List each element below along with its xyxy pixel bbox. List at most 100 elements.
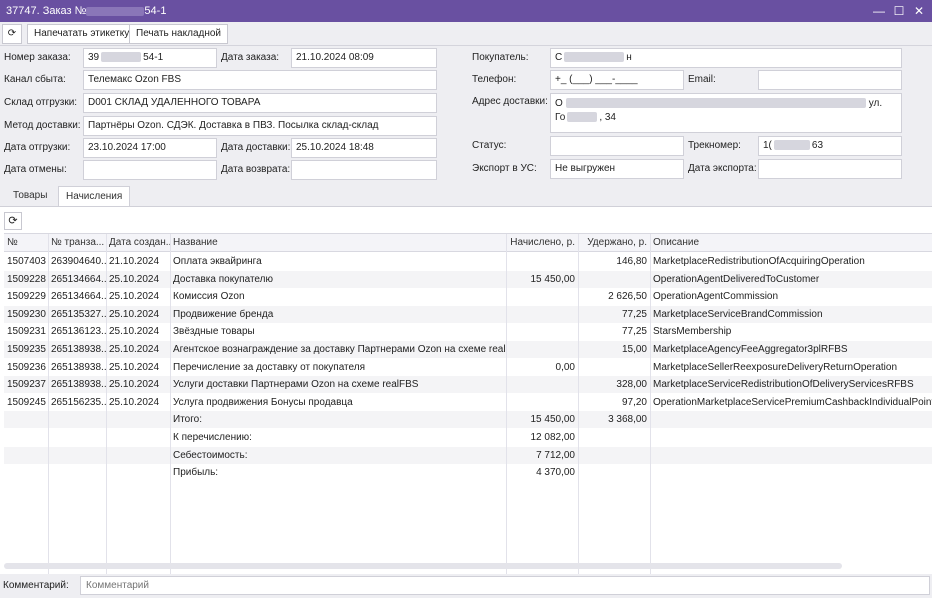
cell-date: 25.10.2024 bbox=[109, 291, 160, 303]
maximize-icon[interactable]: ☐ bbox=[890, 2, 908, 20]
return-date-label: Дата возврата: bbox=[221, 164, 291, 175]
tracking-label: Трекномер: bbox=[688, 140, 741, 151]
cell-name: Услуга продвижения Бонусы продавца bbox=[173, 396, 353, 408]
cell-date: 25.10.2024 bbox=[109, 326, 160, 338]
cell-number: 1509228 bbox=[7, 273, 46, 285]
cell-name: Агентское вознаграждение за доставку Пар… bbox=[173, 344, 506, 355]
cell-withheld: 2 626,50 bbox=[608, 291, 647, 303]
summary-row[interactable]: Себестоимость: 7 712,00 bbox=[4, 446, 932, 464]
summary-row[interactable]: Итого: 15 450,00 3 368,00 bbox=[4, 411, 932, 429]
cell-transaction: 265136123... bbox=[51, 326, 106, 338]
cell-date: 25.10.2024 bbox=[109, 344, 160, 355]
column-header-accrued[interactable]: Начислено, р. bbox=[506, 234, 578, 252]
comment-label: Комментарий: bbox=[3, 580, 69, 591]
table-row[interactable]: 1509236 265138938... 25.10.2024 Перечислени… bbox=[4, 359, 932, 376]
tab-charges[interactable]: Начисления bbox=[58, 186, 131, 206]
cell-transaction: 265134664... bbox=[51, 291, 106, 303]
cell-accrued bbox=[506, 306, 578, 323]
minimize-icon[interactable]: — bbox=[870, 2, 888, 20]
summary-label: Прибыль: bbox=[173, 467, 219, 479]
print-invoice-button[interactable]: Печать накладной bbox=[129, 24, 229, 44]
address-field[interactable]: Оул. Го, 34 bbox=[550, 93, 902, 133]
summary-row[interactable]: Прибыль: 4 370,00 bbox=[4, 464, 932, 481]
summary-withheld bbox=[578, 429, 650, 446]
cell-description: MarketplaceAgencyFeeAggregator3plRFBS bbox=[653, 344, 848, 355]
close-icon[interactable]: ✕ bbox=[910, 2, 928, 20]
cell-number: 1507403 bbox=[7, 256, 46, 267]
cell-description: OperationAgentCommission bbox=[653, 291, 779, 303]
table-row[interactable]: 1507403 263904640... 21.10.2024 Оплата эква… bbox=[4, 253, 932, 270]
tracking-field[interactable]: 1(63 bbox=[758, 136, 902, 156]
cell-transaction: 265134664... bbox=[51, 273, 106, 285]
cell-withheld bbox=[578, 359, 650, 376]
delivery-method-field[interactable]: Партнёры Ozon. СДЭК. Доставка в ПВЗ. Пос… bbox=[83, 116, 437, 136]
cell-name: Перечисление за доставку от покупателя bbox=[173, 361, 365, 373]
cell-name: Звёздные товары bbox=[173, 326, 255, 338]
summary-row[interactable]: К перечислению: 12 082,00 bbox=[4, 429, 932, 446]
toolbar: ⟳ Напечатать этикетку Печать накладной bbox=[0, 22, 932, 46]
cell-withheld: 77,25 bbox=[621, 308, 647, 320]
cell-transaction: 263904640... bbox=[51, 256, 106, 267]
column-header-withheld[interactable]: Удержано, р. bbox=[578, 234, 650, 252]
cell-withheld: 97,20 bbox=[621, 396, 647, 408]
cell-number: 1509235 bbox=[7, 344, 46, 355]
cell-accrued bbox=[506, 341, 578, 358]
return-date-field[interactable] bbox=[291, 160, 437, 180]
column-divider bbox=[578, 234, 579, 574]
charges-grid: № № транза... Дата создан... Название На… bbox=[4, 233, 932, 574]
horizontal-scrollbar[interactable] bbox=[4, 563, 842, 569]
order-number-field[interactable]: 39 54-1 bbox=[83, 48, 217, 68]
summary-accrued: 4 370,00 bbox=[536, 467, 575, 479]
cell-accrued bbox=[506, 394, 578, 411]
refresh-button[interactable]: ⟳ bbox=[2, 24, 22, 44]
table-row[interactable]: 1509229 265134664... 25.10.2024 Комиссия Oz… bbox=[4, 288, 932, 305]
cell-accrued bbox=[506, 288, 578, 305]
export-field[interactable]: Не выгружен bbox=[550, 159, 684, 179]
phone-field[interactable]: +_ (___) ___-____ bbox=[550, 70, 684, 90]
cell-accrued bbox=[506, 323, 578, 340]
cell-accrued bbox=[506, 376, 578, 393]
status-field[interactable] bbox=[550, 136, 684, 156]
ship-date-field[interactable]: 23.10.2024 17:00 bbox=[83, 138, 217, 158]
summary-label: Себестоимость: bbox=[173, 449, 248, 461]
cell-withheld: 77,25 bbox=[621, 326, 647, 338]
cell-accrued: 15 450,00 bbox=[530, 273, 576, 285]
comment-input[interactable] bbox=[80, 576, 930, 595]
table-row[interactable]: 1509245 265156235... 25.10.2024 Услуга прод… bbox=[4, 394, 932, 411]
summary-label: Итого: bbox=[173, 414, 202, 426]
table-row[interactable]: 1509237 265138938... 25.10.2024 Услуги дост… bbox=[4, 376, 932, 394]
column-header-name[interactable]: Название bbox=[170, 234, 506, 252]
column-header-transaction[interactable]: № транза... bbox=[48, 234, 106, 252]
refresh-icon: ⟳ bbox=[8, 215, 18, 227]
buyer-field[interactable]: Сн bbox=[550, 48, 902, 68]
email-field[interactable] bbox=[758, 70, 902, 90]
order-date-field[interactable]: 21.10.2024 08:09 bbox=[291, 48, 437, 68]
phone-label: Телефон: bbox=[472, 74, 517, 85]
print-label-button[interactable]: Напечатать этикетку bbox=[27, 24, 137, 44]
warehouse-label: Склад отгрузки: bbox=[4, 97, 78, 108]
export-date-field[interactable] bbox=[758, 159, 902, 179]
cell-description: MarketplaceSellerReexposureDeliveryRetur… bbox=[653, 361, 898, 373]
channel-field[interactable]: Телемакс Ozon FBS bbox=[83, 70, 437, 90]
cell-transaction: 265156235... bbox=[51, 396, 106, 408]
delivery-date-field[interactable]: 25.10.2024 18:48 bbox=[291, 138, 437, 158]
export-date-label: Дата экспорта: bbox=[688, 163, 757, 174]
address-label: Адрес доставки: bbox=[472, 96, 548, 107]
column-header-date[interactable]: Дата создан... bbox=[106, 234, 170, 252]
warehouse-field[interactable]: D001 СКЛАД УДАЛЕННОГО ТОВАРА bbox=[83, 93, 437, 113]
table-row[interactable]: 1509235 265138938... 25.10.2024 Агентское в… bbox=[4, 341, 932, 358]
table-row[interactable]: 1509228 265134664... 25.10.2024 Доставка по… bbox=[4, 270, 932, 288]
cell-date: 21.10.2024 bbox=[109, 256, 160, 267]
tab-goods[interactable]: Товары bbox=[6, 186, 54, 206]
order-date-label: Дата заказа: bbox=[221, 52, 280, 63]
column-header-description[interactable]: Описание bbox=[650, 234, 932, 252]
cell-transaction: 265138938... bbox=[51, 379, 106, 391]
table-row[interactable]: 1509231 265136123... 25.10.2024 Звёздные то… bbox=[4, 323, 932, 340]
order-number-label: Номер заказа: bbox=[4, 52, 71, 63]
grid-refresh-button[interactable]: ⟳ bbox=[4, 212, 22, 230]
charges-panel: ⟳ № № транза... Дата создан... Название … bbox=[0, 206, 932, 574]
cancel-date-field[interactable] bbox=[83, 160, 217, 180]
grid-header: № № транза... Дата создан... Название На… bbox=[4, 234, 932, 252]
table-row[interactable]: 1509230 265135327... 25.10.2024 Продвижение… bbox=[4, 305, 932, 323]
column-header-number[interactable]: № bbox=[4, 234, 48, 252]
